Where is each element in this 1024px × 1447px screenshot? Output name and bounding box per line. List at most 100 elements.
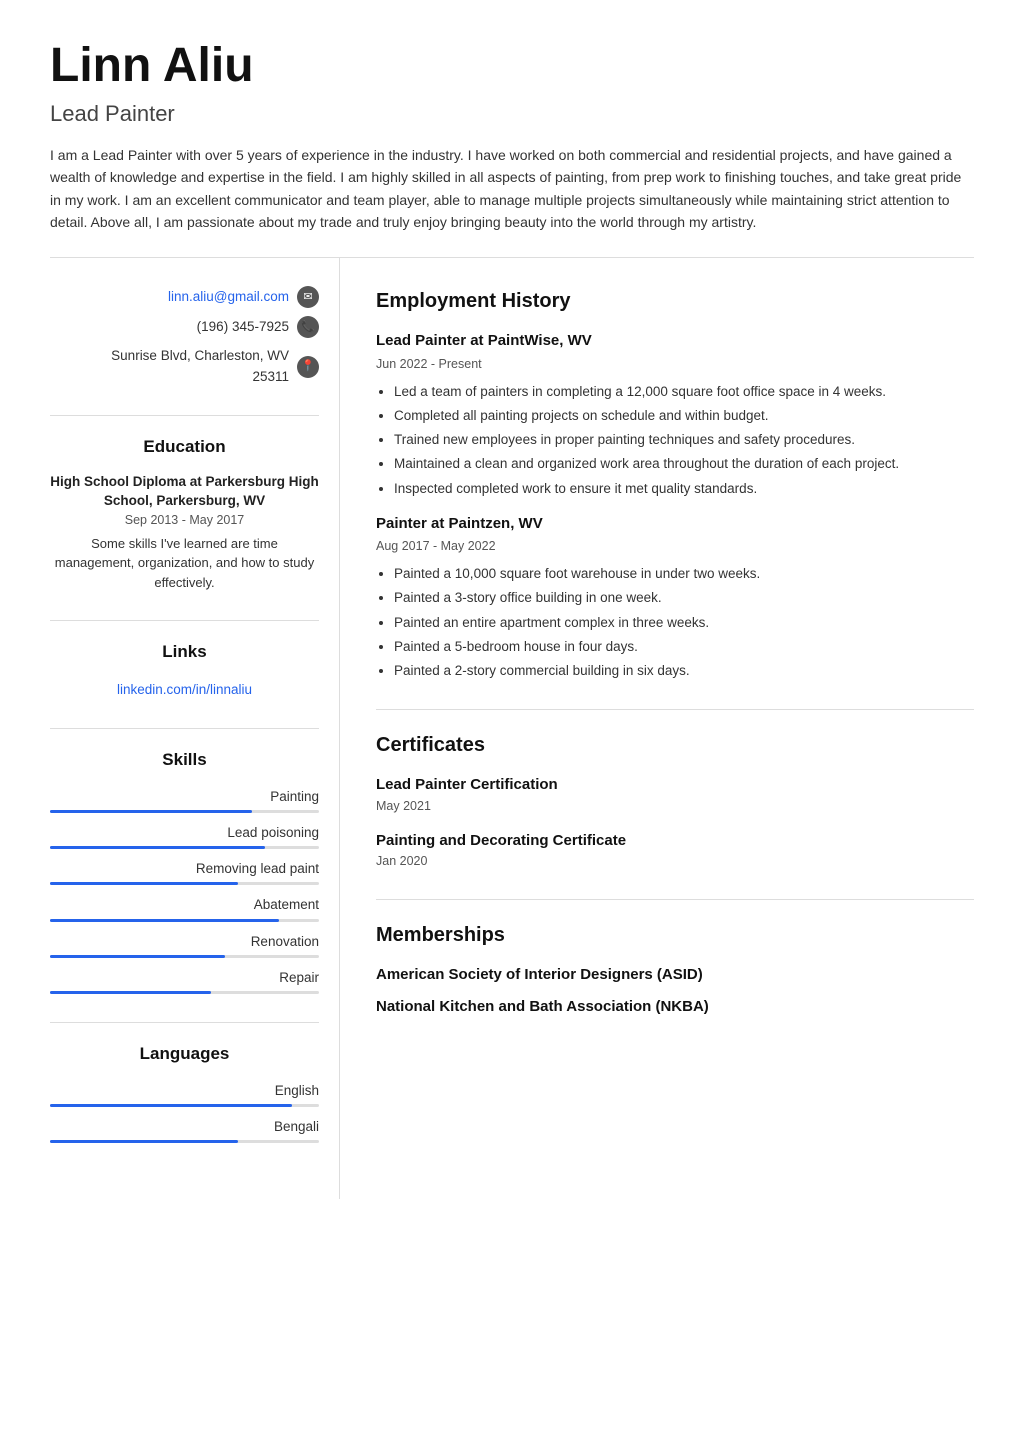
skill-fill [50,882,238,885]
skill-name: Painting [50,787,319,807]
contact-phone: (196) 345-7925 📞 [50,316,319,338]
skill-fill [50,846,265,849]
skill-name: Lead poisoning [50,823,319,843]
edu-school: High School Diploma at Parkersburg High … [50,473,319,511]
job-title: Painter at Paintzen, WV [376,513,974,536]
job-bullet: Painted a 3-story office building in one… [394,588,974,608]
memberships-section: Memberships American Society of Interior… [376,920,974,1019]
phone-icon: 📞 [297,316,319,338]
skill-bar [50,919,319,922]
job-entry: Painter at Paintzen, WV Aug 2017 - May 2… [376,513,974,682]
job-bullet: Painted a 5-bedroom house in four days. [394,637,974,657]
skill-item: Abatement [50,895,319,921]
cert-date: May 2021 [376,797,974,816]
left-column: linn.aliu@gmail.com ✉ (196) 345-7925 📞 S… [50,258,340,1199]
job-bullet: Completed all painting projects on sched… [394,406,974,426]
links-section: Links linkedin.com/in/linnaliu [50,639,319,700]
cert-name: Painting and Decorating Certificate [376,830,974,853]
skill-bar [50,810,319,813]
certificates-section: Certificates Lead Painter Certification … [376,730,974,871]
email-link[interactable]: linn.aliu@gmail.com [168,287,289,307]
skills-heading: Skills [50,747,319,773]
skills-section: Skills Painting Lead poisoning Removing … [50,747,319,994]
edu-divider [50,620,319,621]
job-bullets: Painted a 10,000 square foot warehouse i… [376,564,974,681]
skill-item: Renovation [50,932,319,958]
cert-name: Lead Painter Certification [376,774,974,797]
skill-name: Repair [50,968,319,988]
membership-item: National Kitchen and Bath Association (N… [376,996,974,1019]
job-entry: Lead Painter at PaintWise, WV Jun 2022 -… [376,330,974,499]
language-bar [50,1140,319,1143]
skill-fill [50,919,279,922]
contact-section: linn.aliu@gmail.com ✉ (196) 345-7925 📞 S… [50,286,319,387]
employment-divider [376,709,974,710]
skill-item: Removing lead paint [50,859,319,885]
certs-divider [376,899,974,900]
skill-fill [50,955,225,958]
membership-item: American Society of Interior Designers (… [376,964,974,987]
cert-entry: Lead Painter Certification May 2021 [376,774,974,815]
certificates-heading: Certificates [376,730,974,760]
language-fill [50,1140,238,1143]
job-bullets: Led a team of painters in completing a 1… [376,382,974,499]
languages-heading: Languages [50,1041,319,1067]
memberships-list: American Society of Interior Designers (… [376,964,974,1019]
links-divider [50,728,319,729]
skills-divider [50,1022,319,1023]
skill-name: Abatement [50,895,319,915]
links-heading: Links [50,639,319,665]
language-fill [50,1104,292,1107]
certs-list: Lead Painter Certification May 2021 Pain… [376,774,974,871]
language-item: Bengali [50,1117,319,1143]
job-bullet: Trained new employees in proper painting… [394,430,974,450]
skill-name: Renovation [50,932,319,952]
skill-bar [50,955,319,958]
job-bullet: Painted a 2-story commercial building in… [394,661,974,681]
skill-fill [50,991,211,994]
cert-date: Jan 2020 [376,852,974,871]
contact-divider [50,415,319,416]
skill-item: Painting [50,787,319,813]
email-icon: ✉ [297,286,319,308]
language-name: English [50,1081,319,1101]
language-item: English [50,1081,319,1107]
education-section: Education High School Diploma at Parkers… [50,434,319,593]
education-heading: Education [50,434,319,460]
main-layout: linn.aliu@gmail.com ✉ (196) 345-7925 📞 S… [50,257,974,1199]
languages-list: English Bengali [50,1081,319,1144]
skills-list: Painting Lead poisoning Removing lead pa… [50,787,319,995]
memberships-heading: Memberships [376,920,974,950]
skill-item: Repair [50,968,319,994]
resume-page: Linn Aliu Lead Painter I am a Lead Paint… [0,0,1024,1447]
job-bullet: Painted a 10,000 square foot warehouse i… [394,564,974,584]
employment-heading: Employment History [376,286,974,316]
languages-section: Languages English Bengali [50,1041,319,1143]
skill-bar [50,882,319,885]
job-bullet: Led a team of painters in completing a 1… [394,382,974,402]
contact-email: linn.aliu@gmail.com ✉ [50,286,319,308]
skill-item: Lead poisoning [50,823,319,849]
job-bullet: Maintained a clean and organized work ar… [394,454,974,474]
candidate-title: Lead Painter [50,97,974,130]
edu-dates: Sep 2013 - May 2017 [50,511,319,530]
contact-address: Sunrise Blvd, Charleston, WV 25311 📍 [50,346,319,387]
language-name: Bengali [50,1117,319,1137]
candidate-name: Linn Aliu [50,40,974,93]
job-bullet: Inspected completed work to ensure it me… [394,479,974,499]
right-column: Employment History Lead Painter at Paint… [340,258,974,1199]
edu-entry: High School Diploma at Parkersburg High … [50,473,319,592]
skill-bar [50,846,319,849]
job-title: Lead Painter at PaintWise, WV [376,330,974,353]
location-icon: 📍 [297,356,319,378]
cert-entry: Painting and Decorating Certificate Jan … [376,830,974,871]
jobs-list: Lead Painter at PaintWise, WV Jun 2022 -… [376,330,974,681]
linkedin-link[interactable]: linkedin.com/in/linnaliu [117,682,252,697]
job-dates: Aug 2017 - May 2022 [376,537,974,556]
language-bar [50,1104,319,1107]
edu-desc: Some skills I've learned are time manage… [50,534,319,593]
candidate-summary: I am a Lead Painter with over 5 years of… [50,144,970,234]
skill-name: Removing lead paint [50,859,319,879]
job-dates: Jun 2022 - Present [376,355,974,374]
skill-bar [50,991,319,994]
